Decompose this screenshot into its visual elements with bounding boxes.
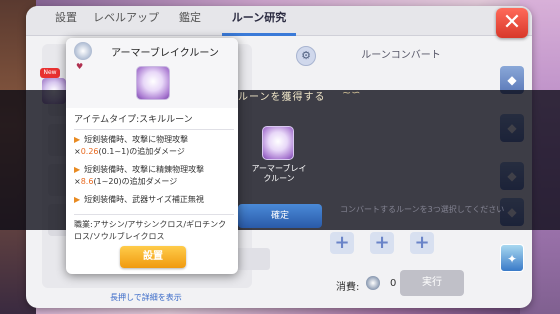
bullet-arrow-icon: ▶ (74, 165, 81, 174)
rune-detail-card: ♥ アーマーブレイクルーン アイテムタイプ:スキルルーン ▶ 短剣装備時、攻撃に物… (66, 38, 238, 274)
add-rune-button[interactable]: + (410, 232, 434, 254)
job-restriction: 職業:アサシン/アサシンクロス/ギロチンクロス/ソウルブレイクロス (74, 214, 234, 243)
side-tab-special[interactable]: ✦ (500, 244, 524, 272)
tab-bar: 設置 レベルアップ 鑑定 ルーン研究 (26, 6, 532, 36)
bullet-arrow-icon: ▶ (74, 195, 81, 204)
consume-count: 0 (390, 278, 397, 289)
gem-icon (74, 42, 92, 60)
obtain-title: ルーンを獲得する (238, 92, 326, 103)
equip-button[interactable]: 設置 (120, 246, 186, 268)
convert-gear-icon: ⚙ (296, 46, 316, 66)
add-rune-button[interactable]: + (370, 232, 394, 254)
tab-levelup[interactable]: レベルアップ (92, 12, 160, 36)
tab-appraise[interactable]: 鑑定 (170, 12, 210, 36)
rune-icon (136, 66, 170, 100)
confirm-button[interactable]: 確定 (238, 204, 322, 228)
item-type: アイテムタイプ:スキルルーン (74, 112, 234, 130)
convert-notice: コンバートするルーンを3つ選択してください (340, 205, 505, 214)
obtained-rune-icon (262, 126, 294, 160)
new-badge: New (40, 68, 60, 78)
active-tab-indicator (222, 33, 296, 36)
card-title: アーマーブレイクルーン (111, 48, 219, 59)
tab-install[interactable]: 設置 (46, 12, 86, 36)
bullet-arrow-icon: ▶ (74, 135, 81, 144)
obtained-rune-name: アーマーブレイクルーン (251, 164, 307, 183)
heart-icon: ♥ (76, 62, 84, 71)
long-press-help-link[interactable]: 長押しで詳細を表示 (110, 292, 182, 303)
gem-icon (366, 276, 380, 290)
effect-line: ▶ 短剣装備時、武器サイズ補正無視 (74, 195, 204, 204)
close-button[interactable]: ✕ (496, 8, 528, 38)
add-rune-button[interactable]: + (330, 232, 354, 254)
flourish-icon: ~∽ (342, 86, 361, 99)
consume-label: 消費: (336, 282, 360, 293)
execute-button[interactable]: 実行 (400, 270, 464, 296)
effect-line: ▶ 短剣装備時、攻撃に物理攻撃×0.26(0.1~1)の追加ダメージ (74, 135, 189, 156)
rune-convert-title: ルーンコンバート (361, 50, 441, 61)
effect-line: ▶ 短剣装備時、攻撃に精錬物理攻撃×8.6(1~20)の追加ダメージ (74, 165, 205, 186)
